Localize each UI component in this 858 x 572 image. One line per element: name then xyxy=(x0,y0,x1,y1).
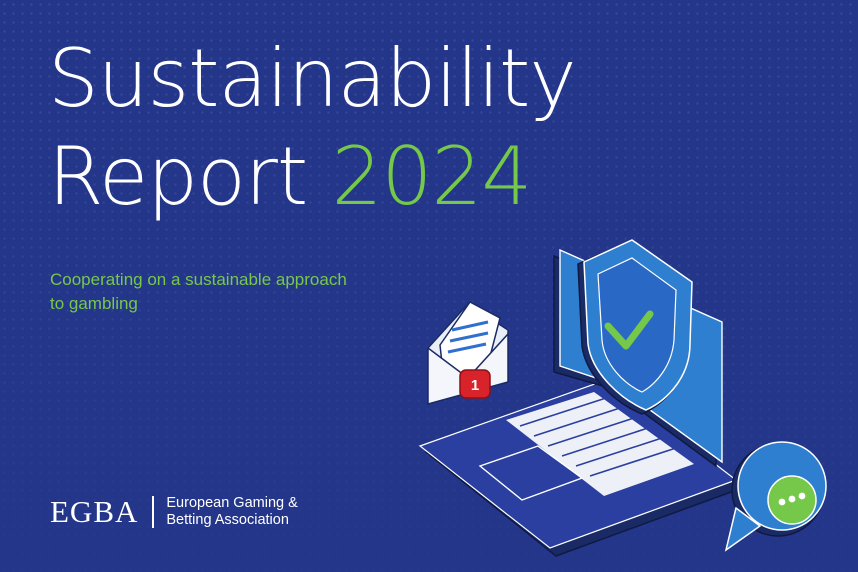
logo-divider xyxy=(152,496,155,528)
logo-mark: EGBA xyxy=(50,494,139,529)
report-title: Sustainability Report 2024 xyxy=(48,30,577,226)
title-line-1: Sustainability xyxy=(48,32,577,125)
chat-bubble-icon xyxy=(724,441,827,552)
security-illustration: 1 xyxy=(418,239,827,557)
report-subtitle: Cooperating on a sustainable approach to… xyxy=(50,270,347,313)
notification-count: 1 xyxy=(471,377,479,394)
logo-name: European Gaming & Betting Association xyxy=(166,495,297,529)
logo-name-line-2: Betting Association xyxy=(166,512,289,528)
title-year: 2024 xyxy=(331,130,533,223)
envelope-icon: 1 xyxy=(427,301,509,405)
egba-logo: EGBA European Gaming & Betting Associati… xyxy=(50,494,298,530)
title-line-2: Report xyxy=(48,130,308,223)
logo-name-line-1: European Gaming & xyxy=(166,495,298,511)
